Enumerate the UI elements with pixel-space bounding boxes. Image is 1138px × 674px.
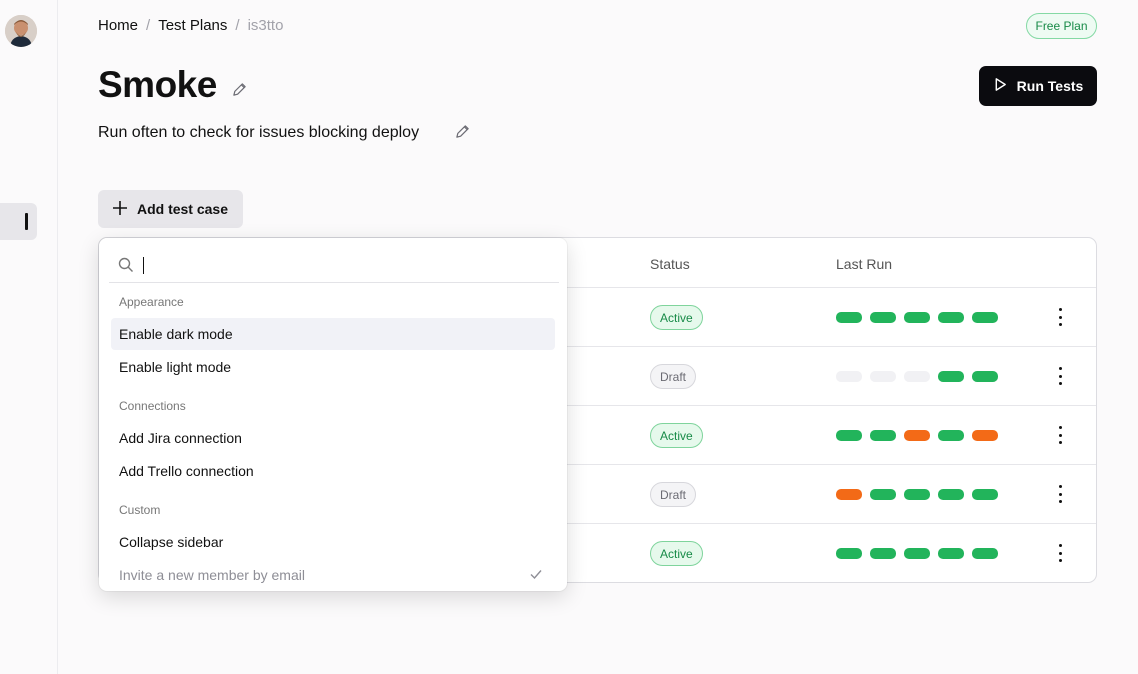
- run-result-pass: [904, 312, 930, 323]
- status-badge: Draft: [650, 364, 697, 389]
- run-result-pass: [938, 489, 964, 500]
- breadcrumb-test-plans[interactable]: Test Plans: [158, 17, 227, 34]
- page-title: Smoke: [98, 64, 217, 105]
- run-result-pass: [938, 548, 964, 559]
- last-run-history: [836, 489, 998, 500]
- last-run-history: [836, 312, 998, 323]
- status-badge: Draft: [650, 482, 697, 507]
- add-test-case-label: Add test case: [136, 201, 229, 217]
- last-run-history: [836, 430, 998, 441]
- menu-item-dark-mode[interactable]: Enable dark mode: [111, 318, 555, 350]
- search-icon: [118, 257, 134, 278]
- edit-title-icon[interactable]: [232, 82, 247, 102]
- run-result-pass: [870, 430, 896, 441]
- avatar[interactable]: [5, 15, 37, 47]
- breadcrumb-separator: /: [235, 17, 240, 34]
- run-result-pass: [870, 548, 896, 559]
- more-options-icon[interactable]: [1057, 485, 1063, 503]
- sidebar-toggle[interactable]: [0, 203, 37, 240]
- more-options-icon[interactable]: [1057, 308, 1063, 326]
- breadcrumb-home[interactable]: Home: [98, 17, 138, 34]
- more-options-icon[interactable]: [1057, 544, 1063, 562]
- run-result-none: [870, 371, 896, 382]
- group-label-custom: Custom: [119, 503, 161, 517]
- plan-badge: Free Plan: [1026, 13, 1097, 39]
- column-header-status: Status: [650, 256, 690, 272]
- run-result-pass: [836, 430, 862, 441]
- search-input[interactable]: [109, 250, 559, 283]
- edit-subtitle-icon[interactable]: [455, 124, 470, 144]
- run-result-pass: [870, 489, 896, 500]
- run-result-fail: [904, 430, 930, 441]
- breadcrumb-current: is3tto: [247, 17, 284, 34]
- page-subtitle: Run often to check for issues blocking d…: [98, 124, 420, 141]
- plus-icon: [112, 200, 127, 218]
- run-tests-button[interactable]: Run Tests: [979, 66, 1097, 106]
- sidebar: [0, 0, 58, 674]
- breadcrumb-separator: /: [146, 17, 151, 34]
- add-test-case-button[interactable]: Add test case: [98, 190, 243, 228]
- more-options-icon[interactable]: [1057, 367, 1063, 385]
- breadcrumb: Home / Test Plans / is3tto: [98, 17, 283, 34]
- run-result-pass: [972, 489, 998, 500]
- text-cursor: [143, 257, 144, 274]
- status-badge: Active: [650, 305, 703, 330]
- run-result-pass: [938, 312, 964, 323]
- group-label-appearance: Appearance: [119, 295, 184, 309]
- menu-item-trello[interactable]: Add Trello connection: [111, 455, 555, 487]
- play-icon: [993, 77, 1008, 95]
- menu-item-light-mode[interactable]: Enable light mode: [111, 351, 555, 383]
- menu-item-invite-label: Invite a new member by email: [119, 567, 305, 583]
- run-result-none: [836, 371, 862, 382]
- run-result-pass: [870, 312, 896, 323]
- last-run-history: [836, 548, 998, 559]
- run-result-pass: [904, 548, 930, 559]
- run-result-pass: [972, 312, 998, 323]
- menu-item-jira[interactable]: Add Jira connection: [111, 422, 555, 454]
- status-badge: Active: [650, 423, 703, 448]
- run-result-pass: [836, 312, 862, 323]
- run-result-pass: [938, 430, 964, 441]
- run-result-none: [904, 371, 930, 382]
- more-options-icon[interactable]: [1057, 426, 1063, 444]
- run-result-pass: [904, 489, 930, 500]
- menu-item-collapse-sidebar[interactable]: Collapse sidebar: [111, 526, 555, 558]
- command-dropdown: Appearance Enable dark mode Enable light…: [99, 238, 567, 591]
- last-run-history: [836, 371, 998, 382]
- checkmark-icon: [529, 567, 543, 584]
- status-badge: Active: [650, 541, 703, 566]
- menu-item-invite-member[interactable]: Invite a new member by email: [111, 559, 555, 591]
- sidebar-toggle-icon: [25, 213, 28, 230]
- run-result-fail: [836, 489, 862, 500]
- group-label-connections: Connections: [119, 399, 186, 413]
- run-result-pass: [836, 548, 862, 559]
- run-result-pass: [972, 371, 998, 382]
- column-header-last-run: Last Run: [836, 256, 893, 272]
- run-result-pass: [938, 371, 964, 382]
- run-result-pass: [972, 548, 998, 559]
- run-tests-label: Run Tests: [1016, 78, 1084, 94]
- run-result-fail: [972, 430, 998, 441]
